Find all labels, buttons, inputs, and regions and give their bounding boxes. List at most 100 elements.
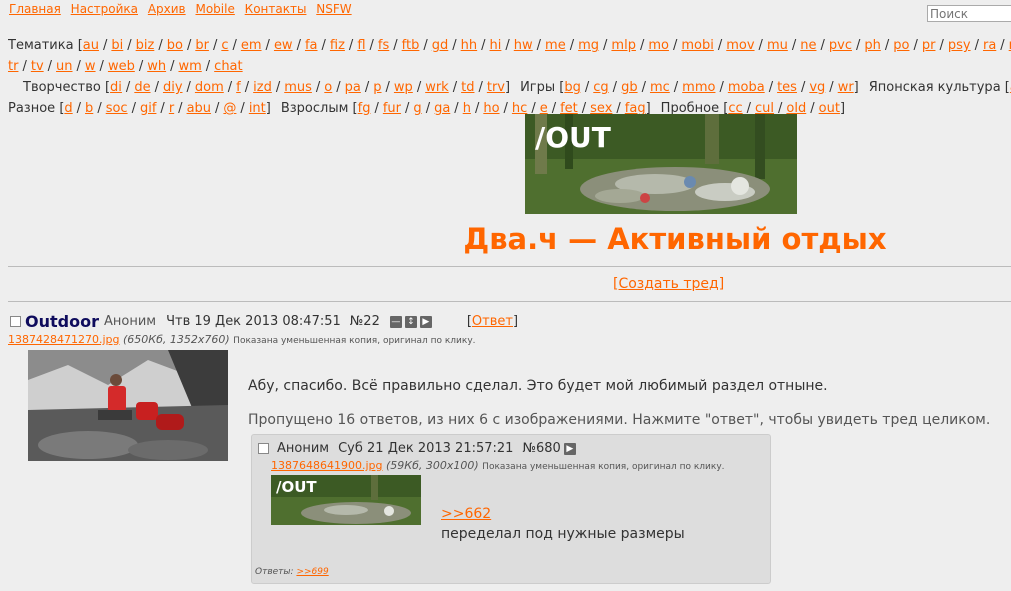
board-link-po[interactable]: po [893,38,909,53]
nav-contacts[interactable]: Контакты [245,2,307,16]
board-link-pa[interactable]: pa [345,80,361,95]
board-link-mlp[interactable]: mlp [611,38,636,53]
board-link-br[interactable]: br [195,38,209,53]
board-link-int[interactable]: int [249,101,266,116]
board-link-mo[interactable]: mo [648,38,669,53]
op-image[interactable] [28,350,228,461]
board-link-tv[interactable]: tv [31,59,44,74]
nav-mobile[interactable]: Mobile [195,2,234,16]
board-link-h[interactable]: h [463,101,471,116]
reply-quote-link[interactable]: >>662 [441,506,491,522]
op-select-checkbox[interactable] [10,316,21,327]
search-input[interactable] [927,5,1011,22]
op-file-name[interactable]: 1387428471270.jpg [8,333,120,346]
board-link-w[interactable]: w [85,59,96,74]
board-link-em[interactable]: em [241,38,262,53]
board-link-di[interactable]: di [110,80,122,95]
board-link-p[interactable]: p [373,80,381,95]
board-link-b[interactable]: b [85,101,93,116]
board-link-wh[interactable]: wh [147,59,166,74]
board-link-bi[interactable]: bi [111,38,123,53]
board-link-c[interactable]: c [221,38,228,53]
board-link-f[interactable]: f [236,80,241,95]
play-arrow-icon[interactable]: ▶ [419,315,432,328]
board-link-at[interactable]: @ [223,101,236,116]
board-link-fl[interactable]: fl [357,38,365,53]
board-link-gif[interactable]: gif [140,101,156,116]
board-link-wrk[interactable]: wrk [425,80,449,95]
board-link-mus[interactable]: mus [284,80,312,95]
board-link-cg[interactable]: cg [593,80,608,95]
reply-post-number[interactable]: №680 [522,441,560,456]
board-link-pvc[interactable]: pvc [829,38,852,53]
board-link-ga[interactable]: ga [434,101,450,116]
hide-thread-icon[interactable]: — [389,315,402,328]
board-link-mmo[interactable]: mmo [682,80,715,95]
board-link-ho[interactable]: ho [483,101,499,116]
expand-thread-icon[interactable]: ↕ [404,315,417,328]
board-link-gb[interactable]: gb [621,80,638,95]
board-link-wm[interactable]: wm [178,59,201,74]
reply-file-name[interactable]: 1387648641900.jpg [271,459,383,472]
op-post-number[interactable]: №22 [350,314,380,329]
board-link-psy[interactable]: psy [948,38,971,53]
create-thread-button[interactable]: [Создать тред] [613,276,724,292]
board-link-chat[interactable]: chat [214,59,242,74]
board-link-mc[interactable]: mc [650,80,670,95]
board-link-soc[interactable]: soc [106,101,128,116]
board-link-me[interactable]: me [545,38,566,53]
board-link-wr[interactable]: wr [838,80,854,95]
reply-play-arrow-icon[interactable]: ▶ [563,442,576,455]
board-link-abu[interactable]: abu [187,101,211,116]
board-link-ew[interactable]: ew [274,38,293,53]
board-banner[interactable]: /OUT [525,114,797,214]
board-link-wp[interactable]: wp [394,80,413,95]
board-link-tes[interactable]: tes [777,80,797,95]
board-link-pr[interactable]: pr [922,38,936,53]
board-link-de[interactable]: de [134,80,150,95]
reply-image[interactable]: /OUT [271,475,421,525]
board-link-dom[interactable]: dom [195,80,224,95]
board-link-izd[interactable]: izd [253,80,272,95]
board-link-ftb[interactable]: ftb [402,38,420,53]
board-link-mg[interactable]: mg [578,38,599,53]
board-link-ra[interactable]: ra [983,38,996,53]
board-link-fa[interactable]: fa [305,38,318,53]
board-link-mobi[interactable]: mobi [681,38,713,53]
board-link-r[interactable]: r [169,101,174,116]
backlink-699[interactable]: >>699 [296,567,328,577]
nav-archive[interactable]: Архив [148,2,186,16]
board-link-out[interactable]: out [819,101,840,116]
board-link-o[interactable]: o [324,80,332,95]
board-link-td[interactable]: td [461,80,474,95]
board-link-tr[interactable]: tr [8,59,18,74]
board-link-moba[interactable]: moba [728,80,765,95]
board-link-hh[interactable]: hh [461,38,477,53]
board-link-diy[interactable]: diy [163,80,183,95]
board-link-g[interactable]: g [413,101,421,116]
board-link-bo[interactable]: bo [167,38,183,53]
board-link-biz[interactable]: biz [136,38,155,53]
board-link-gd[interactable]: gd [432,38,449,53]
board-link-ne[interactable]: ne [800,38,816,53]
board-link-mu[interactable]: mu [767,38,788,53]
op-reply-button[interactable]: Ответ [472,314,513,329]
nav-settings[interactable]: Настройка [71,2,138,16]
board-link-web[interactable]: web [108,59,135,74]
board-link-fg[interactable]: fg [358,101,371,116]
board-link-au[interactable]: au [83,38,99,53]
board-link-bg[interactable]: bg [564,80,581,95]
board-link-fs[interactable]: fs [378,38,389,53]
board-link-ph[interactable]: ph [864,38,881,53]
board-link-fiz[interactable]: fiz [330,38,345,53]
board-link-un[interactable]: un [56,59,72,74]
board-link-mov[interactable]: mov [726,38,754,53]
reply-select-checkbox[interactable] [258,443,269,454]
board-link-vg[interactable]: vg [809,80,825,95]
board-link-hw[interactable]: hw [514,38,533,53]
nav-nsfw[interactable]: NSFW [316,2,351,16]
board-link-trv[interactable]: trv [487,80,505,95]
board-link-d[interactable]: d [64,101,72,116]
board-link-hi[interactable]: hi [490,38,502,53]
nav-home[interactable]: Главная [9,2,61,16]
